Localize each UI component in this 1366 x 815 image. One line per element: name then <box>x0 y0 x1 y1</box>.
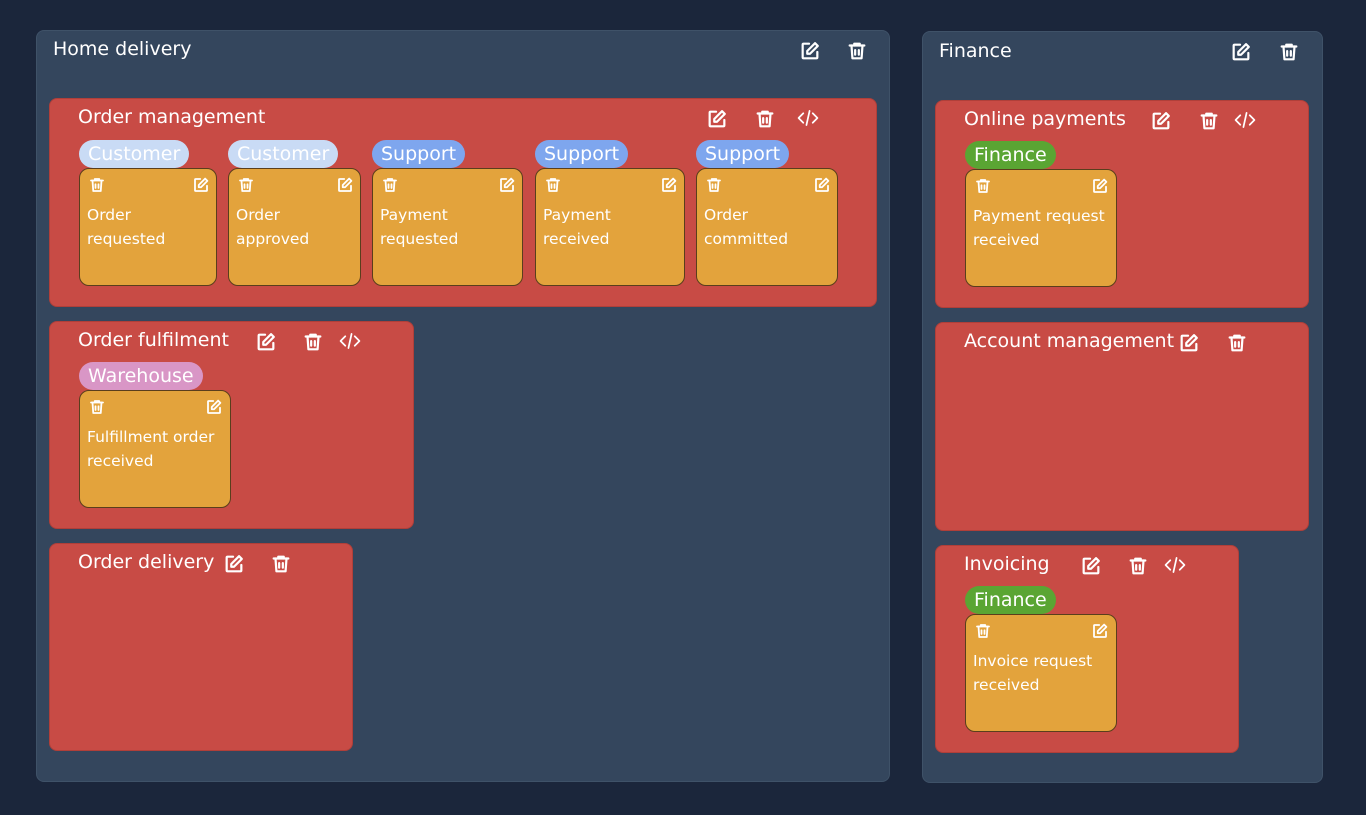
event-label: Payment requested <box>380 206 459 248</box>
context-title: Order management <box>78 106 266 128</box>
trash-icon[interactable] <box>1226 332 1248 354</box>
trash-icon[interactable] <box>974 622 992 640</box>
event-card-fulfillment-order-received[interactable]: Fulfillment order received <box>79 390 231 508</box>
actor-tag-customer: Customer <box>79 140 190 168</box>
edit-icon[interactable] <box>813 176 831 194</box>
edit-icon[interactable] <box>660 176 678 194</box>
event-card-payment-request-received[interactable]: Payment request received <box>965 169 1117 287</box>
context-account-management: Account management <box>935 322 1309 531</box>
event-label: Order approved <box>236 206 310 248</box>
code-icon[interactable] <box>1234 109 1260 131</box>
event-card-order-approved[interactable]: Order approved <box>228 168 361 286</box>
actor-tag-finance: Finance <box>965 586 1056 614</box>
trash-icon[interactable] <box>1127 555 1149 577</box>
edit-icon[interactable] <box>1178 332 1200 354</box>
actor-tag-support: Support <box>372 140 466 168</box>
trash-icon[interactable] <box>705 176 723 194</box>
edit-icon[interactable] <box>1091 177 1109 195</box>
context-invoicing: Invoicing Finance Invoice request receiv… <box>935 545 1239 753</box>
event-card-order-committed[interactable]: Order committed <box>696 168 838 286</box>
trash-icon[interactable] <box>544 176 562 194</box>
domain-title: Finance <box>939 40 1012 62</box>
edit-icon[interactable] <box>706 108 728 130</box>
edit-icon[interactable] <box>498 176 516 194</box>
event-card-payment-requested[interactable]: Payment requested <box>372 168 523 286</box>
actor-tag-finance: Finance <box>965 141 1056 169</box>
event-label: Payment received <box>543 206 611 248</box>
event-label: Payment request received <box>973 207 1105 249</box>
context-order-management: Order management Customer Order requeste… <box>49 98 877 307</box>
actor-tag-warehouse: Warehouse <box>79 362 203 390</box>
code-icon[interactable] <box>797 107 823 129</box>
edit-icon[interactable] <box>799 40 821 62</box>
edit-icon[interactable] <box>205 398 223 416</box>
edit-icon[interactable] <box>1080 555 1102 577</box>
context-title: Online payments <box>964 108 1126 130</box>
event-card-payment-received[interactable]: Payment received <box>535 168 685 286</box>
event-card-invoice-request-received[interactable]: Invoice request received <box>965 614 1117 732</box>
trash-icon[interactable] <box>846 40 868 62</box>
event-card-order-requested[interactable]: Order requested <box>79 168 217 286</box>
edit-icon[interactable] <box>336 176 354 194</box>
actor-tag-customer: Customer <box>228 140 339 168</box>
actor-tag-support: Support <box>696 140 790 168</box>
code-icon[interactable] <box>1164 554 1190 576</box>
edit-icon[interactable] <box>223 553 245 575</box>
trash-icon[interactable] <box>302 331 324 353</box>
edit-icon[interactable] <box>1091 622 1109 640</box>
context-title: Account management <box>964 330 1175 352</box>
trash-icon[interactable] <box>381 176 399 194</box>
edit-icon[interactable] <box>1150 110 1172 132</box>
trash-icon[interactable] <box>88 176 106 194</box>
trash-icon[interactable] <box>237 176 255 194</box>
edit-icon[interactable] <box>192 176 210 194</box>
context-title: Order delivery <box>78 551 215 573</box>
domain-title: Home delivery <box>53 38 192 60</box>
event-label: Order requested <box>87 206 166 248</box>
edit-icon[interactable] <box>1230 41 1252 63</box>
actor-tag-support: Support <box>535 140 629 168</box>
context-order-delivery: Order delivery <box>49 543 353 751</box>
trash-icon[interactable] <box>88 398 106 416</box>
event-label: Fulfillment order received <box>87 428 215 470</box>
context-online-payments: Online payments Finance Payment request … <box>935 100 1309 308</box>
code-icon[interactable] <box>339 330 365 352</box>
trash-icon[interactable] <box>974 177 992 195</box>
context-title: Invoicing <box>964 553 1050 575</box>
trash-icon[interactable] <box>1278 41 1300 63</box>
trash-icon[interactable] <box>754 108 776 130</box>
event-label: Invoice request received <box>973 652 1093 694</box>
event-label: Order committed <box>704 206 789 248</box>
context-title: Order fulfilment <box>78 329 229 351</box>
trash-icon[interactable] <box>1198 110 1220 132</box>
context-order-fulfilment: Order fulfilment Warehouse Fulfillment o… <box>49 321 414 529</box>
trash-icon[interactable] <box>270 553 292 575</box>
edit-icon[interactable] <box>255 331 277 353</box>
